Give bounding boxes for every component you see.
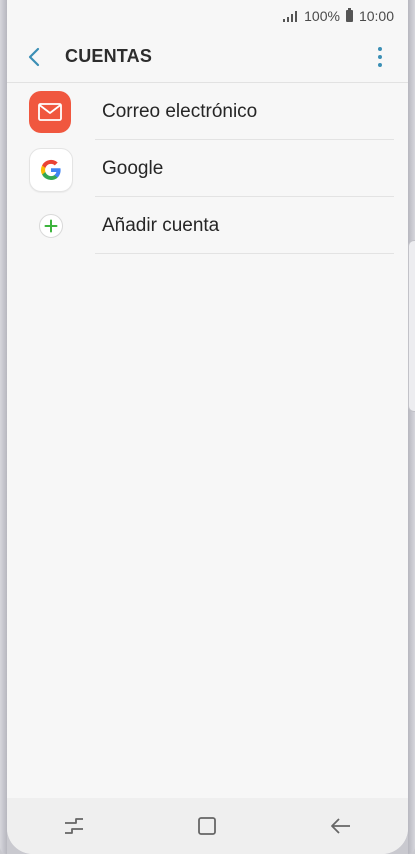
list-item-label: Google [102,158,164,179]
accounts-list: Correo electrónico Google Añadir cuenta [7,83,408,254]
list-item-google[interactable]: Google [7,140,408,197]
app-bar: CUENTAS [7,32,408,83]
status-bar: 100% 10:00 [7,0,408,32]
nav-back-button[interactable] [311,804,371,848]
google-icon [29,148,73,192]
recent-apps-button[interactable] [44,804,104,848]
device-edge-left [0,0,7,854]
navigation-bar [7,798,408,854]
list-item-label: Correo electrónico [102,101,258,122]
edge-panel-handle[interactable] [408,240,415,412]
screen: 100% 10:00 CUENTAS Correo electrónico Go… [7,0,408,854]
clock: 10:00 [358,8,394,24]
list-item-email[interactable]: Correo electrónico [7,83,408,140]
battery-icon [345,8,353,22]
list-item-add-account[interactable]: Añadir cuenta [7,197,408,254]
signal-icon [283,10,298,22]
recent-apps-icon [64,818,83,834]
list-item-label: Añadir cuenta [102,215,220,236]
mail-icon [29,91,71,133]
battery-percent: 100% [304,8,340,24]
divider [95,253,394,254]
more-options-button[interactable] [370,44,390,70]
home-icon [198,817,217,835]
device-edge-right [408,0,415,854]
home-button[interactable] [177,804,237,848]
chevron-left-icon [28,47,40,67]
back-icon [331,818,351,834]
page-title: CUENTAS [65,46,153,66]
more-vert-icon [378,47,382,51]
back-button[interactable] [17,40,51,74]
add-icon [39,214,63,238]
